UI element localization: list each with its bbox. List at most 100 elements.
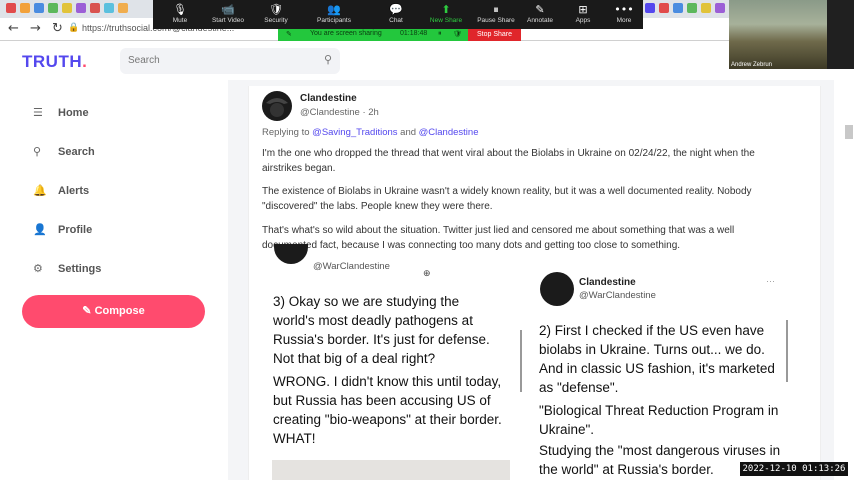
zoom-tool-label: Chat [389,17,403,24]
shield-icon[interactable]: 🛡 [453,30,462,38]
embed-avatar [540,272,574,306]
sidebar-item-label: Home [58,107,89,119]
reload-icon[interactable]: ↻ [52,21,63,36]
sidebar-item-label: Profile [58,224,93,236]
avatar[interactable] [262,91,292,121]
tab-favicon[interactable] [6,3,16,13]
zoom-tool-pause-share[interactable]: ⏸ Pause Share [471,0,521,29]
compose-label: Compose [94,305,145,317]
tab-favicon[interactable] [20,3,30,13]
sidebar-item-profile[interactable]: 👤 Profile [33,223,92,243]
search-icon: ⚲ [33,145,42,158]
new-share-icon: ⬆ [441,3,451,16]
user-icon: 👤 [33,223,47,236]
search-input[interactable]: Search ⚲ [120,48,340,74]
tab-favicon[interactable] [118,3,128,13]
video-strip-edge [827,0,854,69]
pause-icon[interactable]: ⏸ [438,30,442,38]
reply-prefix: Replying to [262,127,310,138]
more-icon: ••• [614,3,634,16]
sidebar-item-search[interactable]: ⚲ Search [33,145,95,165]
tab-favicon[interactable] [687,3,697,13]
embed-scrollbar[interactable] [786,320,788,382]
truth-logo[interactable]: TRUTH. [22,52,87,72]
embedded-photo[interactable] [272,460,510,480]
stop-share-button[interactable]: Stop Share [468,29,521,41]
share-timer: 01:18:48 [400,30,428,37]
tab-favicon[interactable] [673,3,683,13]
chat-icon: 💬 [389,3,403,16]
embed-scrollbar[interactable] [520,330,522,392]
back-icon[interactable]: ← [8,21,19,36]
post-author-name[interactable]: Clandestine [300,93,357,104]
tab-favicon[interactable] [76,3,86,13]
cursor-icon: ⊕ [423,268,431,278]
tab-favicon[interactable] [715,3,725,13]
sidebar-item-label: Alerts [58,185,90,197]
zoom-toolbar: 🎙 Mute 📹 Start Video 🛡 Security 👥 Participants 💬… [153,0,643,29]
participants-icon: 👥 [327,3,341,16]
reply-line: Replying to @Saving_Traditions and @Clan… [262,127,478,138]
tab-favicon[interactable] [701,3,711,13]
zoom-tool-mute[interactable]: 🎙 Mute [155,0,205,29]
sidebar-item-label: Settings [58,263,102,275]
pause-share-icon: ⏸ [493,3,499,16]
home-icon: ☰ [33,106,43,119]
embed-name: Clandestine [579,277,636,288]
zoom-tool-label: New Share [429,17,463,24]
zoom-tool-label: More [616,17,632,24]
embed-avatar [274,244,308,264]
mute-icon: 🎙 [173,3,187,16]
sidebar-item-settings[interactable]: ⚙ Settings [33,262,101,282]
compose-button[interactable]: ✎ Compose [22,295,205,328]
tab-favicon[interactable] [90,3,100,13]
share-status: You are screen sharing [310,30,382,37]
embed-handle: @WarClandestine [313,261,390,272]
bell-icon: 🔔 [33,184,47,197]
tab-favicon[interactable] [48,3,58,13]
more-icon: ··· [766,276,775,286]
zoom-tool-label: Start Video [211,17,245,24]
zoom-tool-label: Participants [317,17,351,24]
screen-share-banner: ✎ You are screen sharing 01:18:48 ⏸ 🛡 St… [278,29,521,41]
tab-favicon[interactable] [104,3,114,13]
embed-text: 2) First I checked if the US even have b… [539,323,775,395]
reply-mention-link[interactable]: @Clandestine [419,127,479,138]
zoom-tool-new-share[interactable]: ⬆ New Share [421,0,471,29]
zoom-tool-chat[interactable]: 💬 Chat [371,0,421,29]
zoom-tool-participants[interactable]: 👥 Participants [309,0,359,29]
embedded-image-right[interactable]: Clandestine @WarClandestine ··· 2) First… [530,265,786,480]
participant-name: Andrew Zebrun [731,62,773,68]
forward-icon[interactable]: → [30,21,41,36]
zoom-tool-start-video[interactable]: 📹 Start Video [203,0,253,29]
embed-handle: @WarClandestine [579,290,656,301]
post-author-handle[interactable]: @Clandestine · 2h [300,107,379,118]
tab-favicon[interactable] [659,3,669,13]
sidebar-item-label: Search [58,146,95,158]
zoom-tool-security[interactable]: 🛡 Security [251,0,301,29]
gear-icon: ⚙ [33,262,43,275]
embed-text: "Biological Threat Reduction Program in … [539,403,779,437]
reply-and: and [400,127,417,138]
zoom-tool-label: Pause Share [477,17,515,24]
zoom-tool-label: Mute [172,17,188,24]
post-paragraph: The existence of Biolabs in Ukraine wasn… [262,186,752,212]
tab-favicon[interactable] [34,3,44,13]
embed-text: WRONG. I didn't know this until today, b… [273,374,502,446]
lock-icon: 🔒 [68,23,80,33]
search-icon: ⚲ [323,53,332,66]
zoom-tool-more[interactable]: ••• More [599,0,649,29]
sidebar-item-alerts[interactable]: 🔔 Alerts [33,184,89,204]
search-placeholder: Search [128,55,160,66]
security-icon: 🛡 [269,3,283,16]
page-scrollbar-thumb[interactable] [845,125,853,139]
sidebar-item-home[interactable]: ☰ Home [33,106,89,126]
recording-timestamp: 2022-12-10 01:13:26 [740,462,848,476]
pencil-icon: ✎ [82,305,92,317]
post-paragraph: I'm the one who dropped the thread that … [262,148,755,174]
embedded-image-left[interactable]: @WarClandestine ⊕ 3) Okay so we are stud… [265,244,520,480]
pin-icon[interactable]: ✎ [286,30,292,38]
tab-favicon[interactable] [62,3,72,13]
reply-mention-link[interactable]: @Saving_Traditions [312,127,397,138]
participant-video[interactable]: Andrew Zebrun [729,0,827,69]
